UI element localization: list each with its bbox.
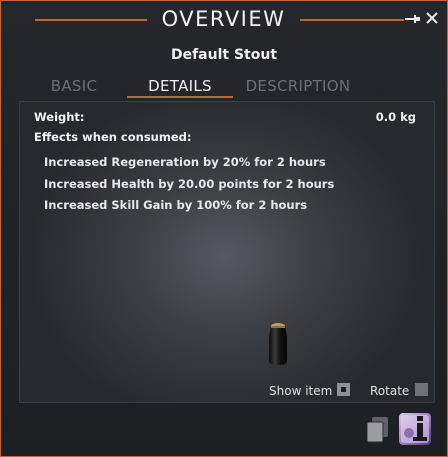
- show-item-checkbox[interactable]: [337, 383, 350, 396]
- item-preview-model[interactable]: [266, 321, 290, 367]
- tab-description[interactable]: DESCRIPTION: [241, 77, 355, 97]
- effect-item: Increased Regeneration by 20% for 2 hour…: [44, 155, 326, 169]
- overview-window: OVERVIEW Default Stout BASIC DETAILS DES…: [0, 0, 448, 457]
- rotate-label: Rotate: [370, 384, 410, 398]
- weight-label: Weight:: [34, 110, 85, 124]
- details-panel: Weight: 0.0 kg Effects when consumed: In…: [19, 101, 435, 403]
- effect-item: Increased Skill Gain by 100% for 2 hours: [44, 198, 308, 212]
- checkbox-check-mark: [341, 387, 346, 392]
- weight-value: 0.0 kg: [375, 110, 416, 124]
- close-icon[interactable]: [425, 11, 439, 25]
- item-name: Default Stout: [170, 47, 278, 63]
- copy-icon[interactable]: [365, 415, 391, 443]
- title-bar[interactable]: OVERVIEW: [1, 1, 447, 39]
- effect-item: Increased Health by 20.00 points for 2 h…: [44, 177, 335, 191]
- title-divider-left: [35, 19, 147, 21]
- effects-label: Effects when consumed:: [34, 130, 192, 144]
- tab-details[interactable]: DETAILS: [127, 77, 233, 97]
- rotate-checkbox[interactable]: [415, 383, 428, 396]
- show-item-label: Show item: [269, 384, 333, 398]
- tab-basic[interactable]: BASIC: [41, 77, 107, 97]
- pin-icon[interactable]: [405, 12, 421, 26]
- info-icon[interactable]: [399, 413, 431, 445]
- window-title: OVERVIEW: [161, 7, 286, 31]
- active-tab-indicator: [127, 96, 233, 98]
- title-divider-right: [300, 19, 404, 21]
